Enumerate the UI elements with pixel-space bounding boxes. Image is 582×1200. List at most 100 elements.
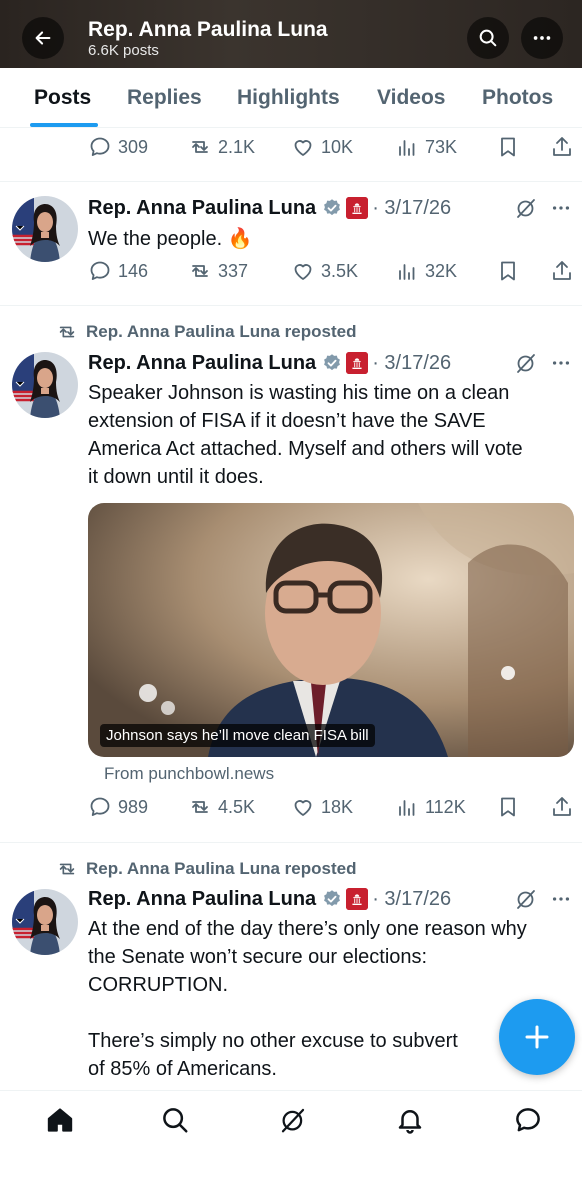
verified-icon — [322, 198, 342, 218]
bookmark-button[interactable] — [496, 259, 520, 283]
like-count: 3.5K — [321, 260, 359, 281]
post-actions: 989 4.5K 18K 112K — [88, 795, 574, 825]
divider — [0, 181, 582, 182]
repost-icon — [188, 135, 212, 159]
profile-tabs: Posts Replies Highlights Videos Photos — [0, 68, 582, 128]
bookmark-button[interactable] — [496, 135, 520, 159]
repost-icon — [56, 858, 78, 880]
grok-icon[interactable] — [514, 351, 538, 375]
share-button[interactable] — [550, 795, 574, 819]
repost-button[interactable]: 337 — [188, 259, 248, 283]
post-date[interactable]: · 3/17/26 — [372, 888, 451, 911]
post-text-line: Speaker Johnson is wasting his time on a… — [88, 382, 510, 404]
more-icon[interactable] — [550, 888, 572, 910]
more-icon[interactable] — [550, 197, 572, 219]
avatar[interactable] — [12, 196, 78, 262]
post-actions: 146 337 3.5K 32K — [88, 259, 574, 289]
more-icon[interactable] — [550, 352, 572, 374]
link-card-image[interactable]: Johnson says he’ll move clean FISA bill — [88, 503, 574, 757]
tab-posts[interactable]: Posts — [34, 86, 91, 110]
repost-count: 4.5K — [218, 796, 256, 817]
post-text-line: the Senate won’t secure our elections: — [88, 946, 428, 968]
link-card-source[interactable]: From punchbowl.news — [104, 764, 274, 784]
bookmark-icon — [496, 135, 520, 159]
tab-highlights[interactable]: Highlights — [237, 86, 340, 110]
like-icon — [291, 135, 315, 159]
like-icon — [291, 259, 315, 283]
repost-icon — [188, 795, 212, 819]
post-count: 6.6K posts — [88, 42, 159, 59]
avatar[interactable] — [12, 352, 78, 418]
post-date[interactable]: · 3/17/26 — [372, 352, 451, 375]
view-count: 32K — [425, 260, 458, 281]
grok-icon[interactable] — [514, 196, 538, 220]
post-text-line: CORRUPTION. — [88, 974, 228, 996]
messages-icon[interactable] — [513, 1105, 543, 1135]
repost-indicator[interactable]: Rep. Anna Paulina Luna reposted — [56, 858, 356, 880]
repost-count: 337 — [218, 260, 249, 281]
share-button[interactable] — [550, 259, 574, 283]
reply-button[interactable]: 309 — [88, 135, 148, 159]
post-text-line: of 85% of Americans. — [88, 1058, 277, 1080]
post-date[interactable]: · 3/17/26 — [372, 197, 451, 220]
repost-button[interactable]: 4.5K — [188, 795, 255, 819]
grok-icon[interactable] — [278, 1105, 308, 1135]
post-text-line: America Act attached. Myself and others … — [88, 438, 523, 460]
grok-icon[interactable] — [514, 887, 538, 911]
repost-icon — [188, 259, 212, 283]
reply-icon — [88, 259, 112, 283]
author-name[interactable]: Rep. Anna Paulina Luna — [88, 888, 316, 911]
like-button[interactable]: 3.5K — [291, 259, 358, 283]
tab-replies[interactable]: Replies — [127, 86, 202, 110]
reply-button[interactable]: 989 — [88, 795, 148, 819]
repost-indicator[interactable]: Rep. Anna Paulina Luna reposted — [56, 321, 356, 343]
notifications-icon[interactable] — [395, 1105, 425, 1135]
author-name[interactable]: Rep. Anna Paulina Luna — [88, 197, 316, 220]
reply-button[interactable]: 146 — [88, 259, 148, 283]
views-button[interactable]: 32K — [395, 259, 457, 283]
post-text-line: it down until it does. — [88, 466, 264, 488]
reply-count: 309 — [118, 136, 149, 157]
affiliation-badge-icon[interactable] — [346, 888, 369, 910]
like-icon — [291, 795, 315, 819]
reply-count: 989 — [118, 796, 149, 817]
back-button[interactable] — [22, 17, 64, 59]
like-button[interactable]: 18K — [291, 795, 353, 819]
repost-count: 2.1K — [218, 136, 256, 157]
tab-photos[interactable]: Photos — [482, 86, 553, 110]
more-options-button[interactable] — [521, 17, 563, 59]
search-icon[interactable] — [160, 1105, 190, 1135]
post-text-line: extension of FISA if it doesn’t have the… — [88, 410, 486, 432]
bookmark-button[interactable] — [496, 795, 520, 819]
views-icon — [395, 135, 419, 159]
repost-label: Rep. Anna Paulina Luna reposted — [86, 859, 357, 878]
divider — [0, 305, 582, 306]
reply-count: 146 — [118, 260, 149, 281]
views-icon — [395, 795, 419, 819]
share-icon — [550, 795, 574, 819]
views-icon — [395, 259, 419, 283]
author-name[interactable]: Rep. Anna Paulina Luna — [88, 352, 316, 375]
verified-icon — [322, 889, 342, 909]
reply-icon — [88, 795, 112, 819]
divider — [0, 842, 582, 843]
repost-label: Rep. Anna Paulina Luna reposted — [86, 322, 357, 341]
share-button[interactable] — [550, 135, 574, 159]
tab-videos[interactable]: Videos — [377, 86, 445, 110]
affiliation-badge-icon[interactable] — [346, 197, 369, 219]
home-icon[interactable] — [45, 1105, 75, 1135]
views-button[interactable]: 112K — [395, 795, 466, 819]
repost-icon — [56, 321, 78, 343]
avatar[interactable] — [12, 889, 78, 955]
compose-plus-icon — [525, 1025, 549, 1049]
compose-button[interactable] — [499, 999, 575, 1075]
post-author-row: Rep. Anna Paulina Luna · 3/17/26 — [88, 349, 451, 377]
views-button[interactable]: 73K — [395, 135, 457, 159]
repost-button[interactable]: 2.1K — [188, 135, 255, 159]
affiliation-badge-icon[interactable] — [346, 352, 369, 374]
reply-icon — [88, 135, 112, 159]
back-arrow-icon — [35, 31, 51, 45]
search-button[interactable] — [467, 17, 509, 59]
like-button[interactable]: 10K — [291, 135, 353, 159]
search-icon — [479, 29, 497, 47]
